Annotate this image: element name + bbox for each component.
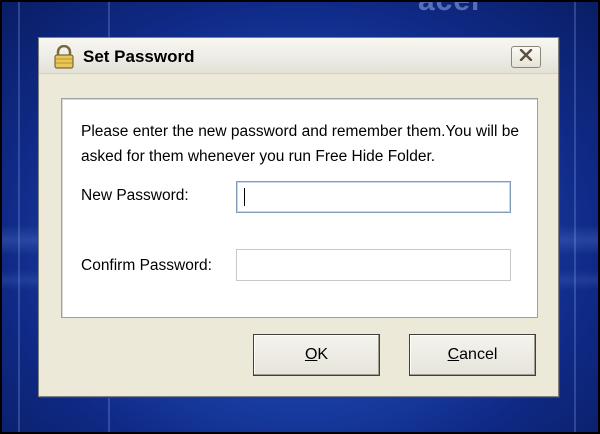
ok-button-label: K [317, 346, 329, 363]
lock-icon [53, 44, 75, 69]
desktop-decoration-line [18, 0, 20, 434]
desktop-decoration-line [574, 0, 576, 434]
ok-button-mnemonic: O [304, 346, 318, 363]
cancel-button[interactable]: Cancel [409, 334, 536, 376]
cancel-button-label: ancel [459, 346, 498, 363]
password-panel: Please enter the new password and rememb… [61, 98, 538, 318]
desktop-wallpaper-logo: acer [418, 0, 484, 17]
close-icon [519, 48, 533, 66]
confirm-password-input[interactable] [236, 249, 511, 281]
confirm-password-label: Confirm Password: [81, 257, 212, 274]
instructions-text: Please enter the new password and rememb… [81, 123, 519, 165]
close-button[interactable] [511, 46, 541, 68]
dialog-title-bar[interactable]: Set Password [39, 38, 558, 74]
cancel-button-mnemonic: C [447, 346, 460, 363]
set-password-dialog: Set Password Please enter the new passwo… [38, 37, 559, 397]
new-password-input[interactable] [236, 181, 511, 213]
ok-button[interactable]: OK [253, 334, 380, 376]
text-caret [244, 188, 245, 206]
dialog-title: Set Password [83, 47, 195, 66]
new-password-label: New Password: [81, 187, 189, 204]
